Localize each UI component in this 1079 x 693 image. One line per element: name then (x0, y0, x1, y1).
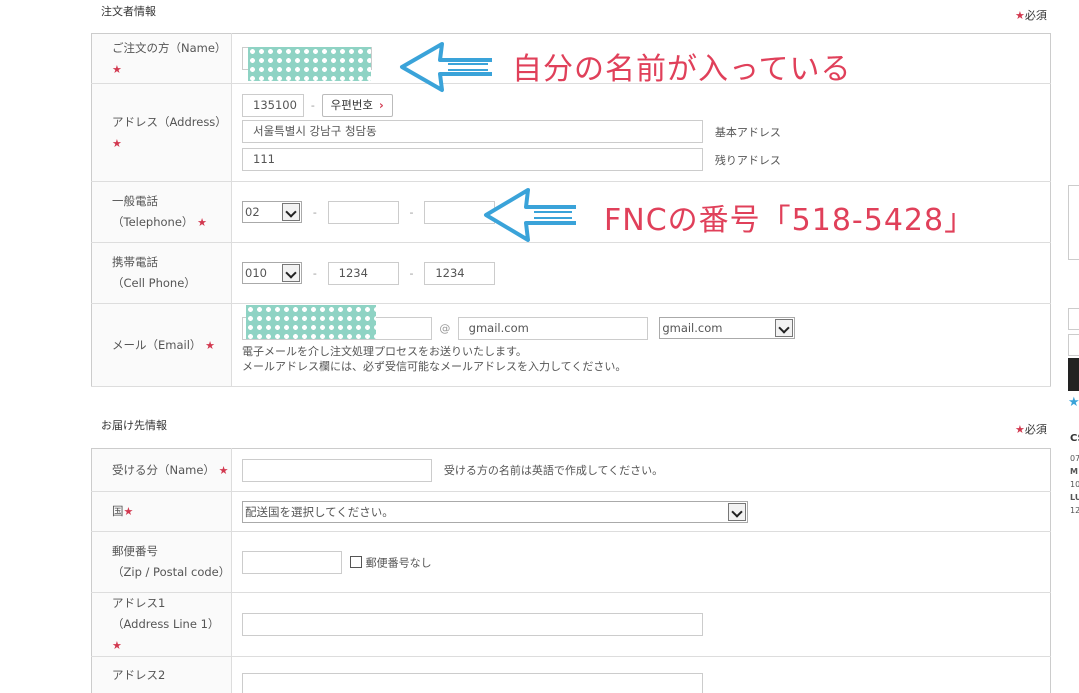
chevron-right-icon: › (378, 98, 384, 112)
address2-label: アドレス2 (91, 656, 232, 693)
email-label: メール（Email） ★ (91, 303, 232, 387)
sidebar-button[interactable] (1068, 358, 1079, 391)
email-note-1: 電子メールを介し注文処理プロセスをお送りいたします。 (242, 344, 527, 358)
name-label: ご注文の方（Name） ★ (91, 33, 232, 84)
address2-input[interactable] (242, 673, 703, 693)
chevron-down-icon (775, 319, 794, 337)
telephone-area-select[interactable]: 02 (242, 201, 302, 223)
email-mask-sticker (246, 305, 376, 339)
telephone-annotation: FNCの番号「518-5428」 (604, 203, 976, 238)
cellphone-mid-input[interactable]: 1234 (327, 261, 399, 285)
recipient-label: 受ける分（Name） ★ (91, 448, 232, 492)
cellphone-label: 携帯電話 （Cell Phone） (91, 242, 232, 304)
required-note: ★必須 (1015, 9, 1047, 22)
chevron-down-icon (282, 264, 300, 282)
name-annotation: 自分の名前が入っている (512, 52, 852, 87)
zip-input[interactable]: 135100 (242, 94, 304, 117)
recipient-hint: 受ける方の名前は英語で作成してください。 (443, 464, 664, 477)
zip-search-button[interactable]: 우편번호 › (321, 94, 393, 117)
country-select[interactable]: 配送国を選択してください。 (242, 500, 748, 523)
address-rest-hint: 残りアドレス (714, 153, 781, 167)
zip-label: 郵便番号 （Zip / Postal code） (91, 531, 232, 593)
country-label: 国★ (91, 491, 232, 532)
no-zip-label: 郵便番号なし (365, 556, 432, 569)
address-rest-input[interactable]: 111 (242, 148, 703, 171)
address-base-hint: 基本アドレス (714, 125, 781, 139)
sidebar-input[interactable] (1068, 308, 1079, 330)
address-label: アドレス（Address） ★ (91, 83, 232, 182)
email-domain-input[interactable]: gmail.com (457, 316, 648, 340)
email-domain-select[interactable]: gmail.com (659, 317, 796, 339)
cellphone-last-input[interactable]: 1234 (424, 261, 496, 285)
sidebar-box (1068, 185, 1079, 260)
email-note-2: メールアドレス欄には、必ず受信可能なメールアドレスを入力してください。 (242, 359, 627, 373)
recipient-input[interactable] (242, 458, 432, 482)
sidebar-input[interactable] (1068, 334, 1079, 356)
address1-label: アドレス1 （Address Line 1） ★ (91, 592, 232, 657)
telephone-label: 一般電話 （Telephone） ★ (91, 181, 232, 243)
address-base-input[interactable]: 서울특별시 강남구 청담동 (242, 120, 703, 143)
sidebar-cs-label: CS (1070, 433, 1079, 444)
chevron-down-icon (282, 203, 300, 221)
required-note: ★必須 (1015, 423, 1047, 436)
arrow-left-icon (400, 42, 492, 92)
cellphone-area-select[interactable]: 010 (242, 262, 302, 284)
delivery-zip-input[interactable] (242, 550, 342, 574)
orderer-section-title: 注文者情報 (101, 5, 156, 18)
delivery-form: 受ける分（Name） ★ 受ける方の名前は英語で作成してください。 国★ 配送国… (91, 448, 1051, 693)
sidebar-info: 07 M 10 LU 12 (1070, 454, 1079, 515)
star-icon: ★ (1068, 395, 1079, 410)
address1-input[interactable] (242, 613, 703, 636)
name-mask-sticker (248, 47, 371, 81)
telephone-mid-input[interactable] (327, 200, 399, 224)
no-zip-checkbox[interactable] (349, 556, 362, 568)
arrow-left-icon (484, 188, 576, 242)
delivery-section-title: お届け先情報 (101, 419, 167, 432)
chevron-down-icon (728, 502, 746, 521)
